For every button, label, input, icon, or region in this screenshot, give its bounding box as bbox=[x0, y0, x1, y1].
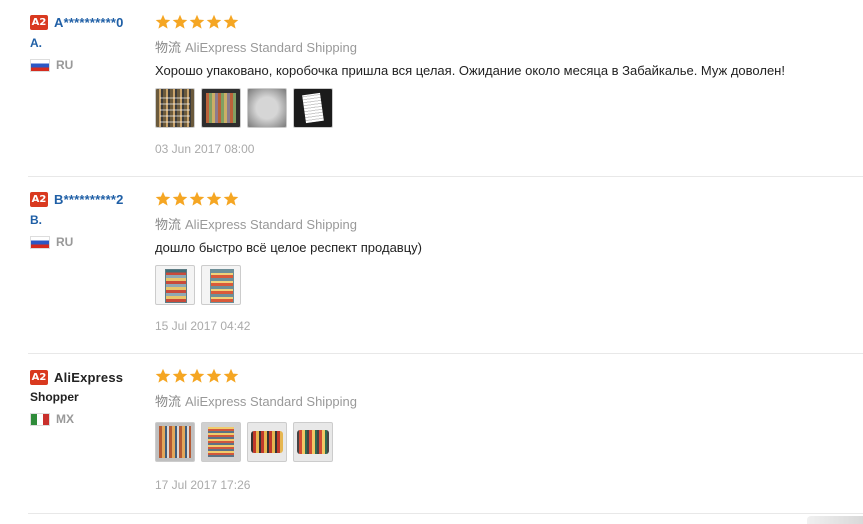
buyer-level-badge: A2 bbox=[30, 370, 48, 386]
country-code: MX bbox=[56, 412, 74, 426]
reviewer-country: RU bbox=[30, 58, 152, 72]
star-icon bbox=[223, 14, 239, 29]
review-divider bbox=[28, 176, 863, 177]
review-divider bbox=[28, 353, 863, 354]
star-icon bbox=[155, 14, 171, 29]
review-photo-thumbnail[interactable] bbox=[247, 422, 287, 462]
review-photo-thumbnail[interactable] bbox=[293, 88, 333, 128]
star-icon bbox=[206, 368, 222, 383]
star-rating bbox=[155, 191, 855, 207]
star-icon bbox=[223, 368, 239, 383]
reviewer-country: RU bbox=[30, 235, 152, 249]
review-photo-thumbnail[interactable] bbox=[201, 265, 241, 305]
russia-flag-icon bbox=[30, 235, 50, 249]
reviewer-info: A2 A**********0 A. RU bbox=[30, 14, 152, 72]
review-photos bbox=[155, 265, 855, 305]
star-icon bbox=[172, 368, 188, 383]
russia-flag-icon bbox=[30, 58, 50, 72]
reviewer-name[interactable]: B**********2 bbox=[54, 192, 124, 207]
buyer-level-badge: A2 bbox=[30, 192, 48, 208]
review-photo-thumbnail[interactable] bbox=[155, 265, 195, 305]
review-photo-thumbnail[interactable] bbox=[247, 88, 287, 128]
shipping-label: AliExpress Standard Shipping bbox=[185, 217, 358, 232]
review-photos bbox=[155, 422, 855, 462]
review-photo-thumbnail[interactable] bbox=[293, 422, 333, 462]
reviewer-info: A2 AliExpress Shopper MX bbox=[30, 369, 152, 426]
review-date: 17 Jul 2017 17:26 bbox=[155, 478, 251, 492]
star-icon bbox=[206, 191, 222, 206]
shipping-method: 物流 AliExpress Standard Shipping bbox=[155, 37, 855, 56]
review-divider bbox=[28, 513, 863, 514]
shipping-method: 物流 AliExpress Standard Shipping bbox=[155, 391, 855, 410]
reviewer-info: A2 B**********2 B. RU bbox=[30, 191, 152, 249]
star-icon bbox=[189, 368, 205, 383]
reviewer-name[interactable]: A**********0 bbox=[54, 15, 124, 30]
country-code: RU bbox=[56, 235, 74, 249]
review-photo-thumbnail[interactable] bbox=[201, 88, 241, 128]
review-date: 15 Jul 2017 04:42 bbox=[155, 319, 251, 333]
reviewer-name[interactable]: AliExpress bbox=[54, 370, 123, 385]
star-rating bbox=[155, 14, 855, 30]
reviewer-country: MX bbox=[30, 412, 152, 426]
scrollbar-thumb[interactable] bbox=[807, 516, 863, 524]
reviewer-initial: Shopper bbox=[30, 390, 79, 404]
star-icon bbox=[223, 191, 239, 206]
shipping-prefix: 物流 bbox=[155, 394, 182, 409]
buyer-level-badge: A2 bbox=[30, 15, 48, 31]
shipping-method: 物流 AliExpress Standard Shipping bbox=[155, 214, 855, 233]
star-rating bbox=[155, 368, 855, 384]
shipping-label: AliExpress Standard Shipping bbox=[185, 40, 358, 55]
review-photo-thumbnail[interactable] bbox=[201, 422, 241, 462]
review-photo-thumbnail[interactable] bbox=[155, 422, 195, 462]
review-text: Хорошо упаковано, коробочка пришла вся ц… bbox=[155, 63, 785, 78]
shipping-prefix: 物流 bbox=[155, 40, 182, 55]
review-text: дошло быстро всё целое респект продавцу) bbox=[155, 240, 422, 255]
star-icon bbox=[172, 191, 188, 206]
review-photo-thumbnail[interactable] bbox=[155, 88, 195, 128]
shipping-label: AliExpress Standard Shipping bbox=[185, 394, 358, 409]
star-icon bbox=[206, 14, 222, 29]
reviewer-initial: B. bbox=[30, 213, 42, 227]
country-code: RU bbox=[56, 58, 74, 72]
star-icon bbox=[189, 14, 205, 29]
star-icon bbox=[189, 191, 205, 206]
mexico-flag-icon bbox=[30, 412, 50, 426]
star-icon bbox=[155, 368, 171, 383]
review-photos bbox=[155, 88, 855, 128]
reviewer-initial: A. bbox=[30, 36, 42, 50]
star-icon bbox=[172, 14, 188, 29]
star-icon bbox=[155, 191, 171, 206]
review-date: 03 Jun 2017 08:00 bbox=[155, 142, 255, 156]
shipping-prefix: 物流 bbox=[155, 217, 182, 232]
